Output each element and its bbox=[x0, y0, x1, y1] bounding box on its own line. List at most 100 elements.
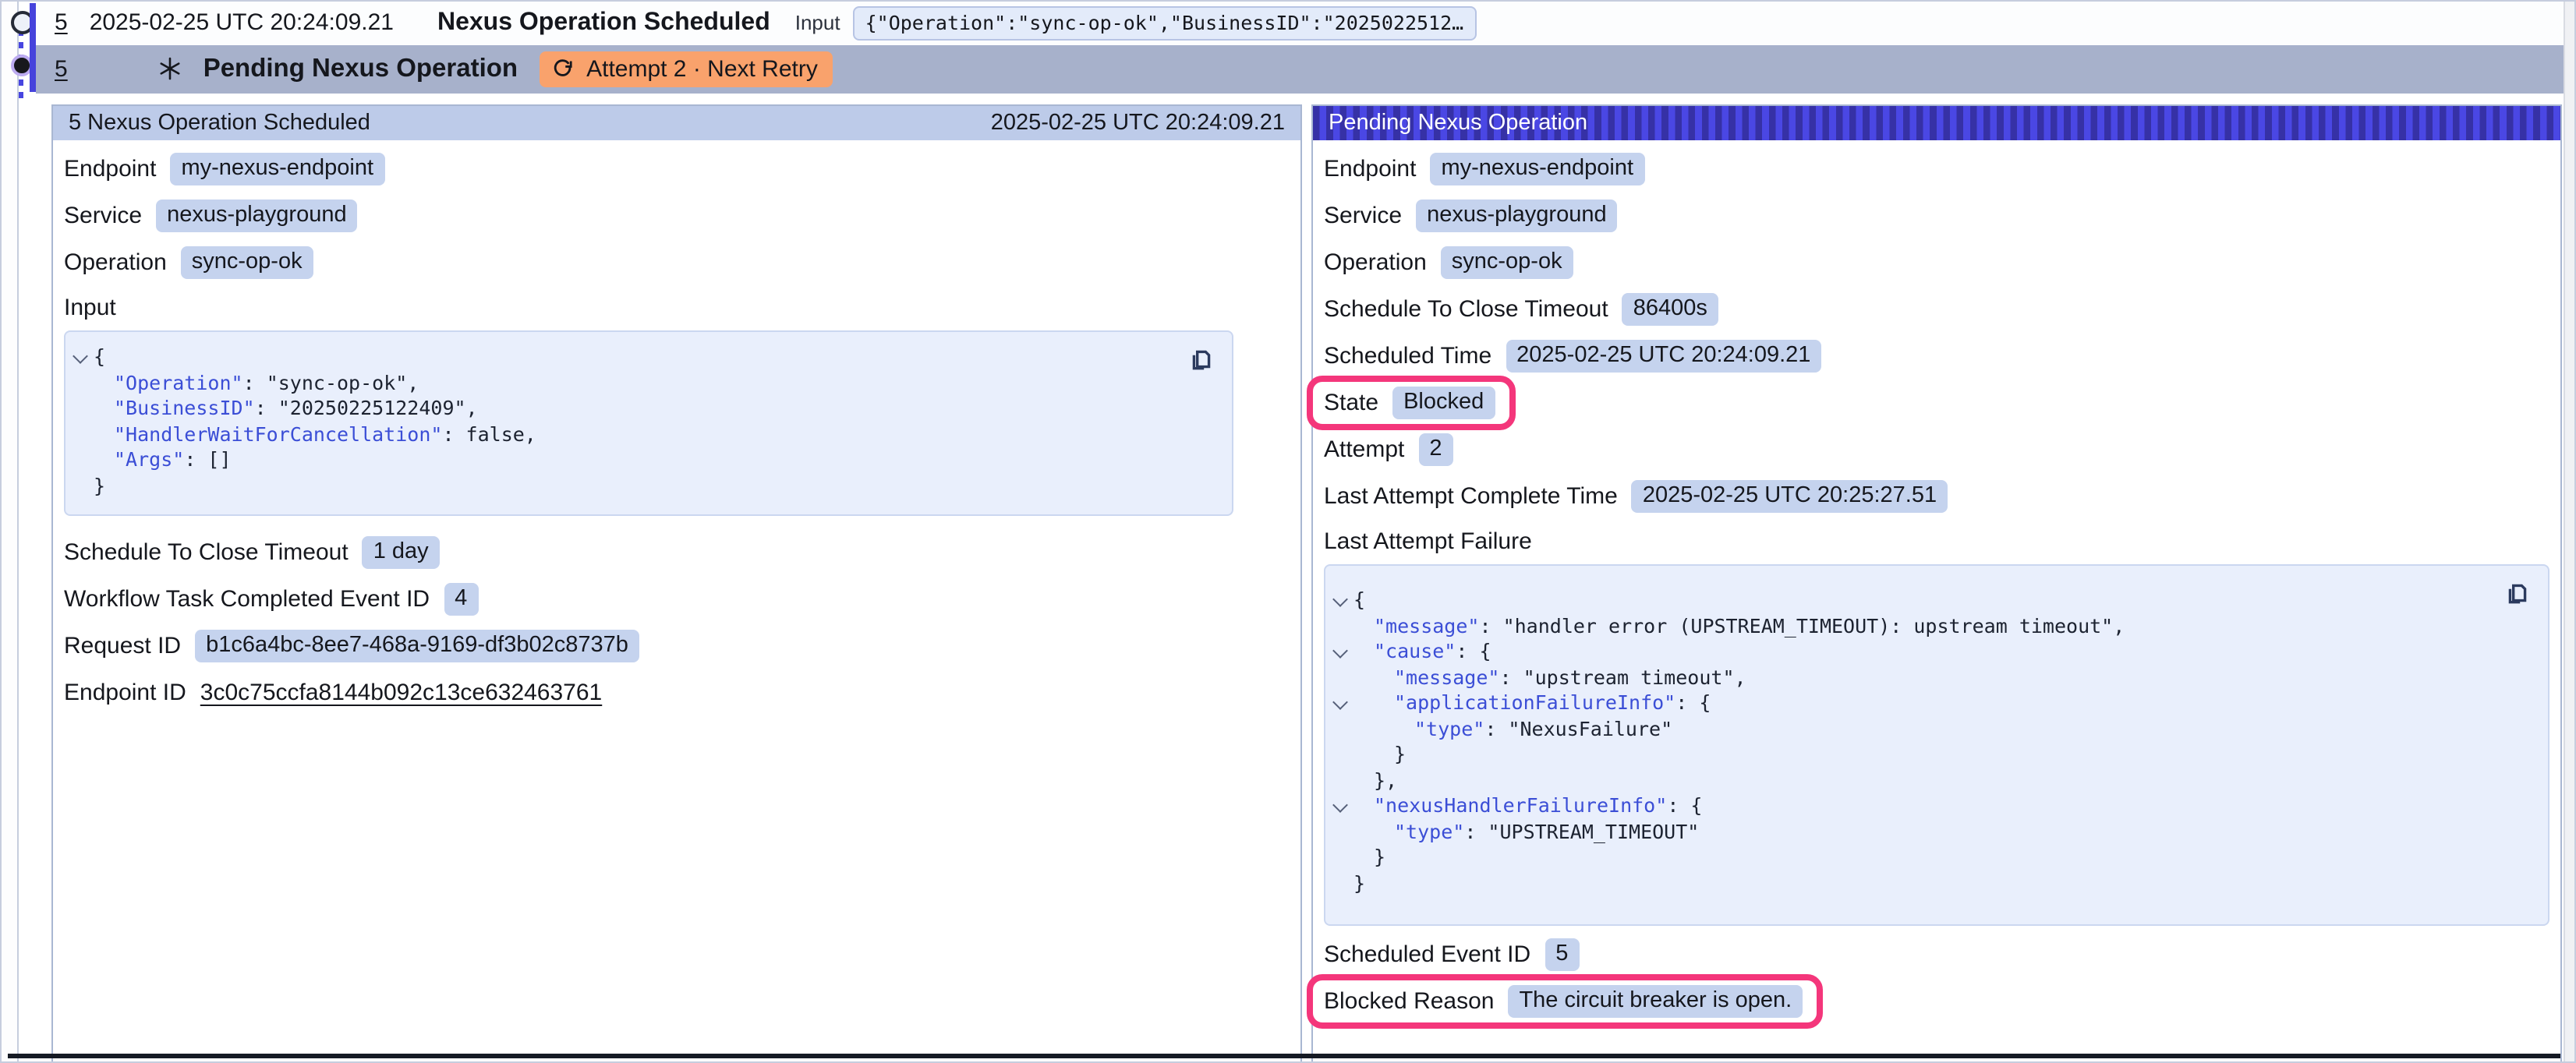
value-badge: my-nexus-endpoint bbox=[170, 153, 384, 185]
failure-json-viewer: {"message": "handler error (UPSTREAM_TIM… bbox=[1324, 564, 2549, 926]
endpoint-id-link[interactable]: 3c0c75ccfa8144b092c13ce632463761 bbox=[200, 680, 602, 706]
field-row: Endpoint my-nexus-endpoint bbox=[64, 153, 1290, 185]
attempt-retry-badge: Attempt 2 · Next Retry bbox=[540, 51, 833, 87]
json-value: : "handler error (UPSTREAM_TIMEOUT): ups… bbox=[1479, 613, 2125, 637]
pending-fields-mid: Attempt 2 Last Attempt Complete Time2025-0… bbox=[1324, 433, 2549, 513]
vertical-scrollbar[interactable] bbox=[2564, 2, 2574, 1061]
value-badge: 2025-02-25 UTC 20:25:27.51 bbox=[1632, 480, 1948, 513]
field-row: Endpoint my-nexus-endpoint bbox=[1324, 153, 2549, 185]
chevron-down-icon[interactable] bbox=[1332, 797, 1348, 813]
field-row: Operation sync-op-ok bbox=[64, 246, 1290, 279]
field-label: Scheduled Time bbox=[1324, 343, 1491, 369]
event-id-link[interactable]: 5 bbox=[55, 10, 68, 37]
state-badge: Blocked bbox=[1392, 387, 1495, 419]
field-label: Operation bbox=[1324, 249, 1427, 276]
event-title: Nexus Operation Scheduled bbox=[437, 9, 770, 37]
field-row: Operation sync-op-ok bbox=[1324, 246, 2549, 279]
event-id-link[interactable]: 5 bbox=[55, 56, 68, 83]
scheduled-fields-bottom: Schedule To Close Timeout 1 day Workflow T… bbox=[64, 536, 1290, 662]
field-row-endpoint-id: Endpoint ID 3c0c75ccfa8144b092c13ce63246… bbox=[64, 676, 1290, 709]
panel-timestamp: 2025-02-25 UTC 20:24:09.21 bbox=[991, 111, 1285, 136]
event-row-pending-nexus-operation[interactable]: 5 Pending Nexus Operation Attempt 2 · Ne… bbox=[36, 44, 2565, 94]
field-label: State bbox=[1324, 390, 1378, 416]
field-row: Scheduled Time 2025-02-25 UTC 20:24:09.21 bbox=[1324, 340, 2549, 373]
pending-fields-top: Endpoint my-nexus-endpoint Service nexus-pl… bbox=[1324, 153, 2549, 373]
field-label: Scheduled Event ID bbox=[1324, 941, 1530, 968]
json-key: "Args" bbox=[114, 447, 184, 471]
field-label: Endpoint bbox=[64, 156, 156, 182]
panel-title: 5 Nexus Operation Scheduled bbox=[69, 111, 370, 136]
state-annotation: State Blocked bbox=[1324, 387, 2549, 419]
field-label: Schedule To Close Timeout bbox=[1324, 296, 1608, 323]
blocked-reason-annotation: Blocked Reason The circuit breaker is op… bbox=[1324, 985, 2549, 1018]
chevron-down-icon[interactable] bbox=[1332, 694, 1348, 710]
json-key: "type" bbox=[1414, 716, 1484, 740]
field-row: Service nexus-playground bbox=[1324, 200, 2549, 232]
json-key: "nexusHandlerFailureInfo" bbox=[1374, 793, 1667, 817]
last-attempt-failure-label: Last Attempt Failure bbox=[1324, 528, 2549, 555]
panel-header-pending: Pending Nexus Operation bbox=[1313, 106, 2560, 140]
failure-json-lines: {"message": "handler error (UPSTREAM_TIM… bbox=[1325, 588, 2526, 896]
json-value: } bbox=[94, 473, 105, 496]
value-badge: 86400s bbox=[1622, 293, 1718, 326]
json-key: "BusinessID" bbox=[114, 396, 255, 419]
field-row: Request IDb1c6a4bc-8ee7-468a-9169-df3b02… bbox=[64, 630, 1290, 662]
json-value: : "NexusFailure" bbox=[1484, 716, 1672, 740]
field-label: Attempt bbox=[1324, 436, 1404, 463]
temporal-event-history-screen: 5 2025-02-25 UTC 20:24:09.21 Nexus Opera… bbox=[0, 0, 2576, 1063]
field-label: Blocked Reason bbox=[1324, 988, 1494, 1015]
field-row: Workflow Task Completed Event ID4 bbox=[64, 583, 1290, 616]
json-key: "HandlerWaitForCancellation" bbox=[114, 422, 442, 445]
value-badge: my-nexus-endpoint bbox=[1430, 153, 1644, 185]
input-section-label: Input bbox=[64, 295, 1290, 321]
json-key: "message" bbox=[1374, 613, 1479, 637]
chevron-down-icon[interactable] bbox=[1332, 592, 1348, 607]
history-bottom-divider bbox=[8, 1054, 2560, 1058]
field-label: Service bbox=[64, 203, 142, 229]
value-badge: 1 day bbox=[363, 536, 440, 569]
pending-operation-title: Pending Nexus Operation bbox=[203, 55, 518, 84]
attempt-retry-label: Attempt 2 · Next Retry bbox=[586, 56, 818, 83]
field-label: Endpoint bbox=[1324, 156, 1416, 182]
field-row: Attempt 2 bbox=[1324, 433, 2549, 466]
json-value: : [] bbox=[184, 447, 231, 471]
field-label: Schedule To Close Timeout bbox=[64, 539, 349, 566]
json-value: { bbox=[94, 344, 105, 368]
value-badge: sync-op-ok bbox=[1441, 246, 1573, 279]
field-label: Request ID bbox=[64, 633, 181, 659]
json-value: }, bbox=[1374, 768, 1397, 791]
json-key: "type" bbox=[1394, 819, 1464, 842]
chevron-down-icon[interactable] bbox=[1332, 643, 1348, 659]
panel-title: Pending Nexus Operation bbox=[1329, 111, 1587, 136]
value-badge: 2 bbox=[1418, 433, 1453, 466]
event-history-rows: 5 2025-02-25 UTC 20:24:09.21 Nexus Opera… bbox=[36, 2, 2565, 94]
selected-event-accent-bar bbox=[30, 3, 35, 92]
json-key: "message" bbox=[1394, 665, 1499, 688]
json-value: : "UPSTREAM_TIMEOUT" bbox=[1464, 819, 1699, 842]
input-inline-label: Input bbox=[795, 12, 840, 35]
value-badge: nexus-playground bbox=[156, 200, 358, 232]
field-row: Schedule To Close Timeout 1 day bbox=[64, 536, 1290, 569]
field-label: Service bbox=[1324, 203, 1402, 229]
field-row: Schedule To Close Timeout 86400s bbox=[1324, 293, 2549, 326]
scheduled-event-id-badge: 5 bbox=[1545, 938, 1579, 971]
json-value: } bbox=[1374, 845, 1385, 868]
value-badge: nexus-playground bbox=[1416, 200, 1618, 232]
chevron-down-icon[interactable] bbox=[73, 348, 88, 364]
field-row: Last Attempt Complete Time2025-02-25 UTC… bbox=[1324, 480, 2549, 513]
json-key: "Operation" bbox=[114, 370, 243, 394]
value-badge: 2025-02-25 UTC 20:24:09.21 bbox=[1506, 340, 1821, 373]
retry-icon bbox=[552, 58, 575, 81]
event-timeline-rail bbox=[2, 2, 45, 101]
value-badge: sync-op-ok bbox=[181, 246, 313, 279]
panel-header-scheduled: 5 Nexus Operation Scheduled 2025-02-25 U… bbox=[53, 106, 1300, 140]
json-value: : { bbox=[1667, 793, 1702, 817]
json-value: : { bbox=[1456, 639, 1491, 662]
field-label: Endpoint ID bbox=[64, 680, 186, 706]
scheduled-fields-top: Endpoint my-nexus-endpoint Service nexus-pl… bbox=[64, 153, 1290, 279]
collapsed-timeline-strip bbox=[2, 2, 19, 1061]
field-label: Operation bbox=[64, 249, 167, 276]
asterisk-icon bbox=[158, 57, 183, 82]
input-json-lines: {"Operation": "sync-op-ok","BusinessID":… bbox=[65, 344, 1210, 499]
event-row-nexus-operation-scheduled[interactable]: 5 2025-02-25 UTC 20:24:09.21 Nexus Opera… bbox=[36, 2, 2565, 44]
